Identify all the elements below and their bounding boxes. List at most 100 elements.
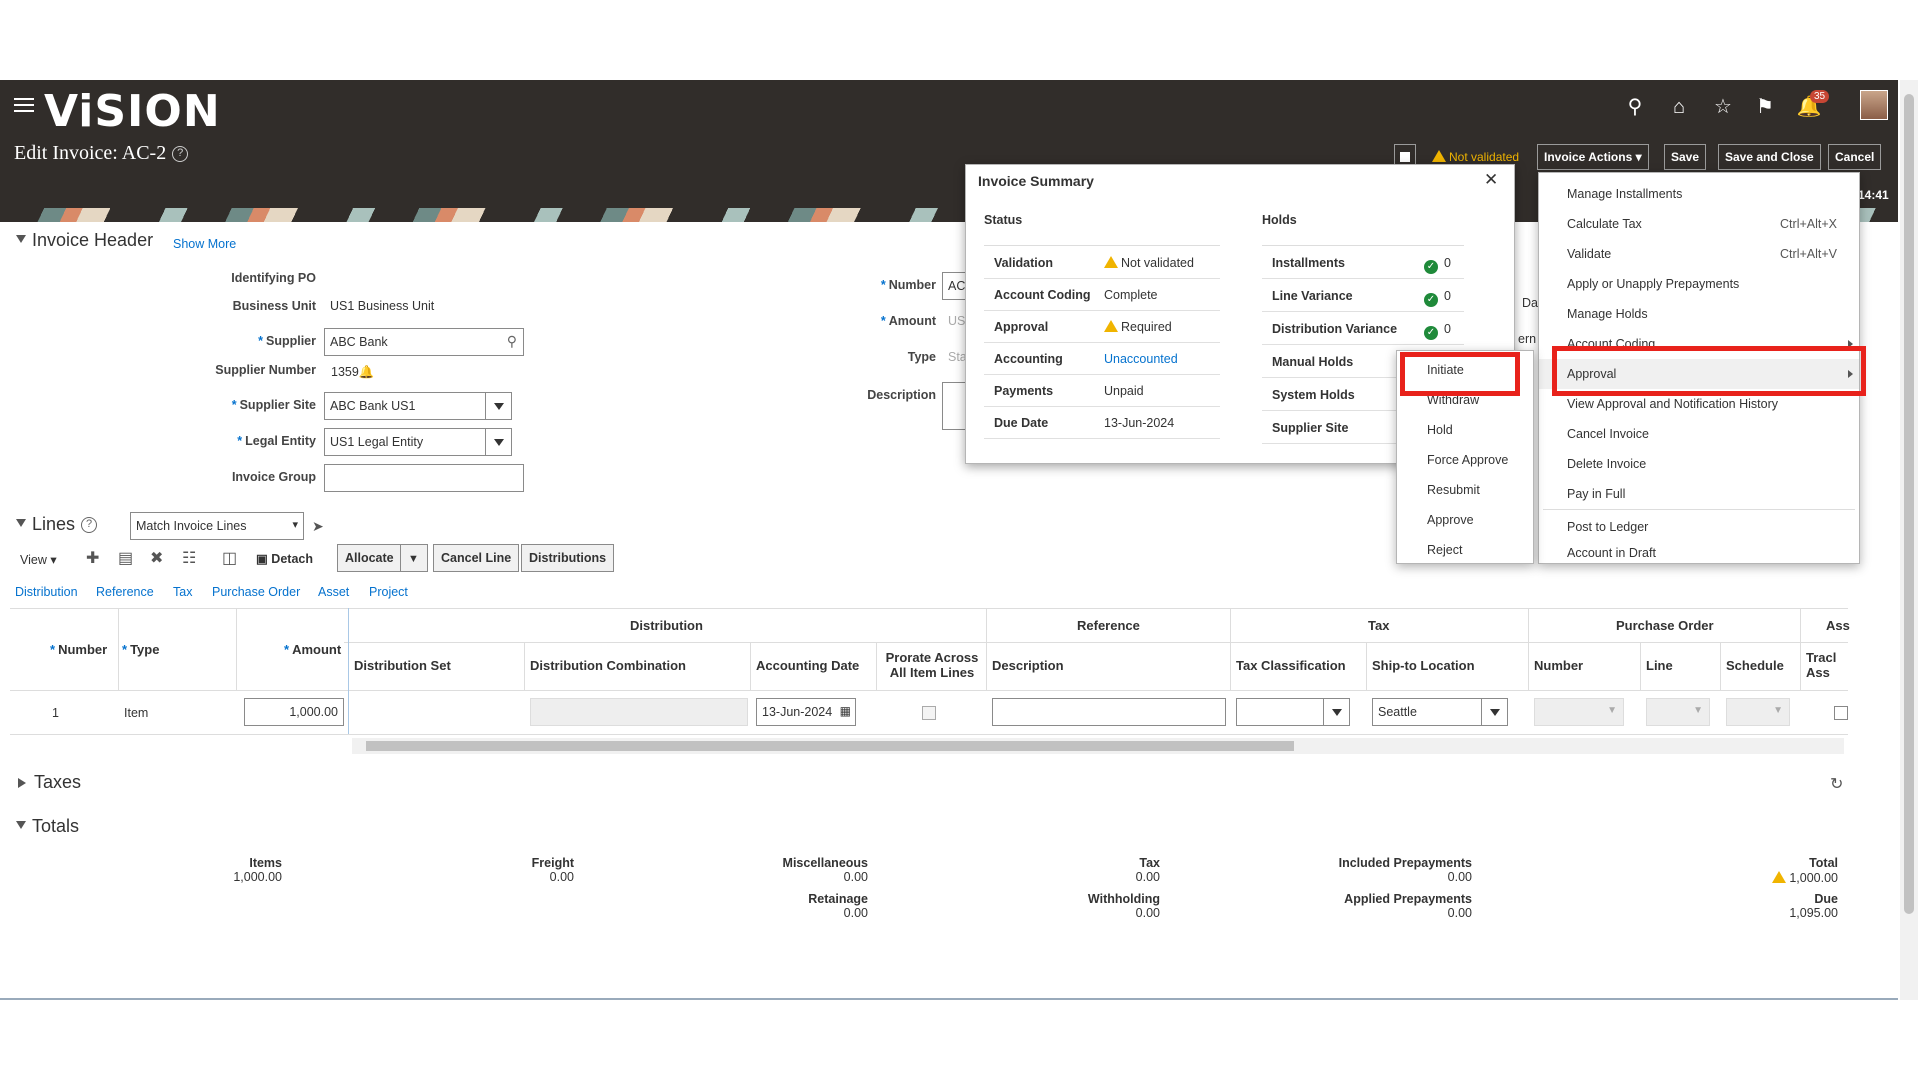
tab-project[interactable]: Project	[369, 585, 408, 599]
col-track-asset-header[interactable]: Tracl Ass	[1806, 650, 1846, 680]
legal-entity-select[interactable]: US1 Legal Entity	[324, 428, 512, 456]
col-po-line-header[interactable]: Line	[1646, 658, 1673, 673]
horizontal-scrollbar[interactable]	[352, 738, 1844, 754]
supplier-number-value: 1359🔔	[331, 365, 374, 380]
row-ship-to-location-select[interactable]: Seattle	[1372, 698, 1508, 726]
col-tax-classification-header[interactable]: Tax Classification	[1236, 658, 1346, 673]
col-distribution-set-header[interactable]: Distribution Set	[354, 658, 451, 673]
row-distribution-combination-input[interactable]	[530, 698, 748, 726]
supplier-field[interactable]: ABC Bank ⚲	[324, 328, 524, 356]
collapse-icon[interactable]	[16, 519, 26, 527]
view-menu[interactable]: View ▾	[20, 552, 57, 567]
scrollbar-thumb[interactable]	[366, 741, 1294, 751]
menu-item-cancel-invoice[interactable]: Cancel Invoice	[1539, 419, 1859, 449]
invoice-group-input[interactable]	[324, 464, 524, 492]
submenu-item-resubmit[interactable]: Resubmit	[1397, 475, 1533, 505]
edit-icon[interactable]: ▤	[118, 548, 133, 568]
dropdown-arrow-icon[interactable]	[485, 393, 511, 419]
taxes-section[interactable]: Taxes	[18, 772, 81, 793]
col-distribution-combination-header[interactable]: Distribution Combination	[530, 658, 686, 673]
distributions-button[interactable]: Distributions	[521, 544, 615, 572]
tab-reference[interactable]: Reference	[96, 585, 154, 599]
col-number-header[interactable]: * Number	[50, 642, 107, 657]
menu-item-apply-prepayments[interactable]: Apply or Unapply Prepayments	[1539, 269, 1859, 299]
flag-icon[interactable]: ⚑	[1752, 94, 1778, 120]
row-po-schedule-select[interactable]: ▼	[1726, 698, 1790, 726]
freeze-icon[interactable]: ◫	[222, 548, 237, 568]
submenu-item-force-approve[interactable]: Force Approve	[1397, 445, 1533, 475]
delete-icon[interactable]: ✖	[150, 548, 163, 568]
help-icon[interactable]: ?	[81, 517, 98, 534]
help-icon[interactable]: ?	[172, 146, 189, 163]
favorites-star-icon[interactable]: ☆	[1710, 94, 1736, 120]
dropdown-arrow-icon[interactable]	[1323, 699, 1349, 725]
row-prorate-checkbox[interactable]	[922, 706, 936, 720]
menu-icon[interactable]	[14, 98, 34, 112]
cancel-line-button[interactable]: Cancel Line	[433, 544, 520, 572]
menu-item-manage-installments[interactable]: Manage Installments	[1539, 179, 1859, 209]
submenu-item-approve[interactable]: Approve	[1397, 505, 1533, 535]
summary-accounting-link[interactable]: Unaccounted	[1104, 343, 1178, 375]
save-button[interactable]: Save	[1664, 144, 1707, 170]
collapse-icon[interactable]	[16, 821, 26, 829]
menu-item-pay-in-full[interactable]: Pay in Full	[1539, 479, 1859, 509]
col-accounting-date-header[interactable]: Accounting Date	[756, 658, 859, 673]
user-avatar[interactable]	[1860, 90, 1888, 120]
submenu-item-hold[interactable]: Hold	[1397, 415, 1533, 445]
col-ship-to-location-header[interactable]: Ship-to Location	[1372, 658, 1475, 673]
tab-purchase-order[interactable]: Purchase Order	[212, 585, 300, 599]
allocate-dropdown-button[interactable]: ▼	[400, 544, 428, 572]
col-prorate-header[interactable]: Prorate Across All Item Lines	[882, 650, 982, 680]
detach-button[interactable]: ▣ Detach	[256, 551, 313, 566]
search-icon[interactable]: ⚲	[507, 333, 517, 350]
vertical-scrollbar[interactable]	[1900, 80, 1918, 1000]
col-po-schedule-header[interactable]: Schedule	[1726, 658, 1784, 673]
search-icon[interactable]: ⚲	[1622, 94, 1648, 120]
tab-distribution[interactable]: Distribution	[15, 585, 78, 599]
lines-section[interactable]: Lines?	[16, 514, 98, 535]
refresh-icon[interactable]: ↻	[1830, 774, 1843, 794]
business-unit-label: Business Unit	[232, 299, 316, 313]
menu-item-account-in-draft[interactable]: Account in Draft	[1539, 542, 1859, 564]
submenu-item-reject[interactable]: Reject	[1397, 535, 1533, 565]
row-po-number-select[interactable]: ▼	[1534, 698, 1624, 726]
menu-item-manage-holds[interactable]: Manage Holds	[1539, 299, 1859, 329]
match-invoice-lines-select[interactable]: Match Invoice Lines ▾	[130, 512, 304, 540]
expand-icon[interactable]	[18, 778, 26, 788]
row-tax-classification-select[interactable]	[1236, 698, 1350, 726]
tab-asset[interactable]: Asset	[318, 585, 349, 599]
split-icon[interactable]: ☷	[182, 548, 196, 568]
tab-tax[interactable]: Tax	[173, 585, 192, 599]
row-po-line-select[interactable]: ▼	[1646, 698, 1710, 726]
col-po-number-header[interactable]: Number	[1534, 658, 1583, 673]
add-icon[interactable]: ✚	[86, 548, 99, 568]
menu-item-calculate-tax[interactable]: Calculate Tax Ctrl+Alt+X	[1539, 209, 1859, 239]
scrollbar-thumb[interactable]	[1904, 94, 1914, 914]
cancel-button[interactable]: Cancel	[1828, 144, 1882, 170]
dropdown-arrow-icon[interactable]	[1481, 699, 1507, 725]
col-amount-header[interactable]: * Amount	[284, 642, 341, 657]
home-icon[interactable]: ⌂	[1666, 94, 1692, 120]
show-more-link[interactable]: Show More	[173, 237, 236, 251]
allocate-button[interactable]: Allocate	[337, 544, 402, 572]
invoice-actions-button[interactable]: Invoice Actions ▾	[1537, 144, 1649, 170]
dropdown-arrow-icon[interactable]	[485, 429, 511, 455]
menu-item-delete-invoice[interactable]: Delete Invoice	[1539, 449, 1859, 479]
col-description-header[interactable]: Description	[992, 658, 1064, 673]
holds-line-variance-value: ✓ 0	[1424, 280, 1451, 312]
calendar-icon[interactable]: ▦	[840, 704, 851, 718]
menu-item-validate[interactable]: Validate Ctrl+Alt+V	[1539, 239, 1859, 269]
collapse-icon[interactable]	[16, 235, 26, 243]
invoice-header-section[interactable]: Invoice Header	[16, 230, 153, 251]
go-arrow-icon[interactable]: ➤	[312, 518, 324, 535]
supplier-site-select[interactable]: ABC Bank US1	[324, 392, 512, 420]
close-icon[interactable]: ✕	[1484, 170, 1498, 190]
save-and-close-button[interactable]: Save and Close	[1718, 144, 1821, 170]
row-amount-input[interactable]: 1,000.00	[244, 698, 344, 726]
totals-section[interactable]: Totals	[16, 816, 79, 837]
row-track-asset-checkbox[interactable]	[1834, 706, 1848, 720]
row-accounting-date-input[interactable]: 13-Jun-2024 ▦	[756, 698, 856, 726]
col-type-header[interactable]: * Type	[122, 642, 159, 657]
row-description-input[interactable]	[992, 698, 1226, 726]
menu-item-post-to-ledger[interactable]: Post to Ledger	[1539, 512, 1859, 542]
